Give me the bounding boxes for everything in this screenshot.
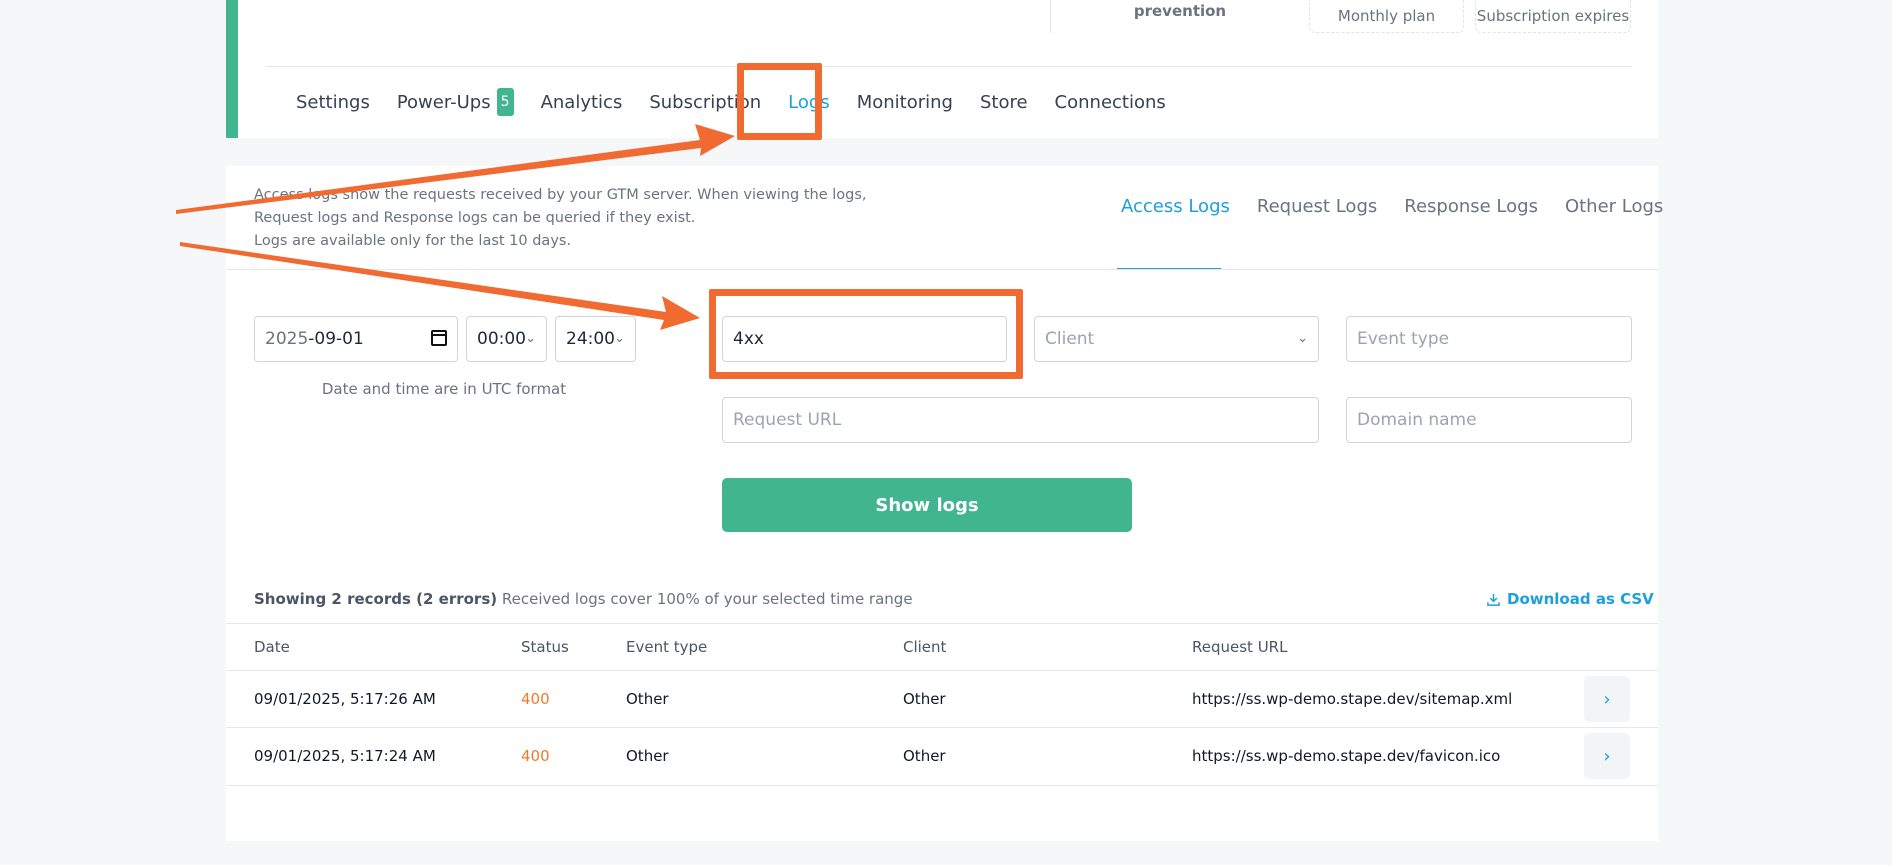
arrow-to-logs-tab [176,124,735,214]
arrow-to-status-input [180,242,700,330]
annotation-arrows [176,124,735,330]
